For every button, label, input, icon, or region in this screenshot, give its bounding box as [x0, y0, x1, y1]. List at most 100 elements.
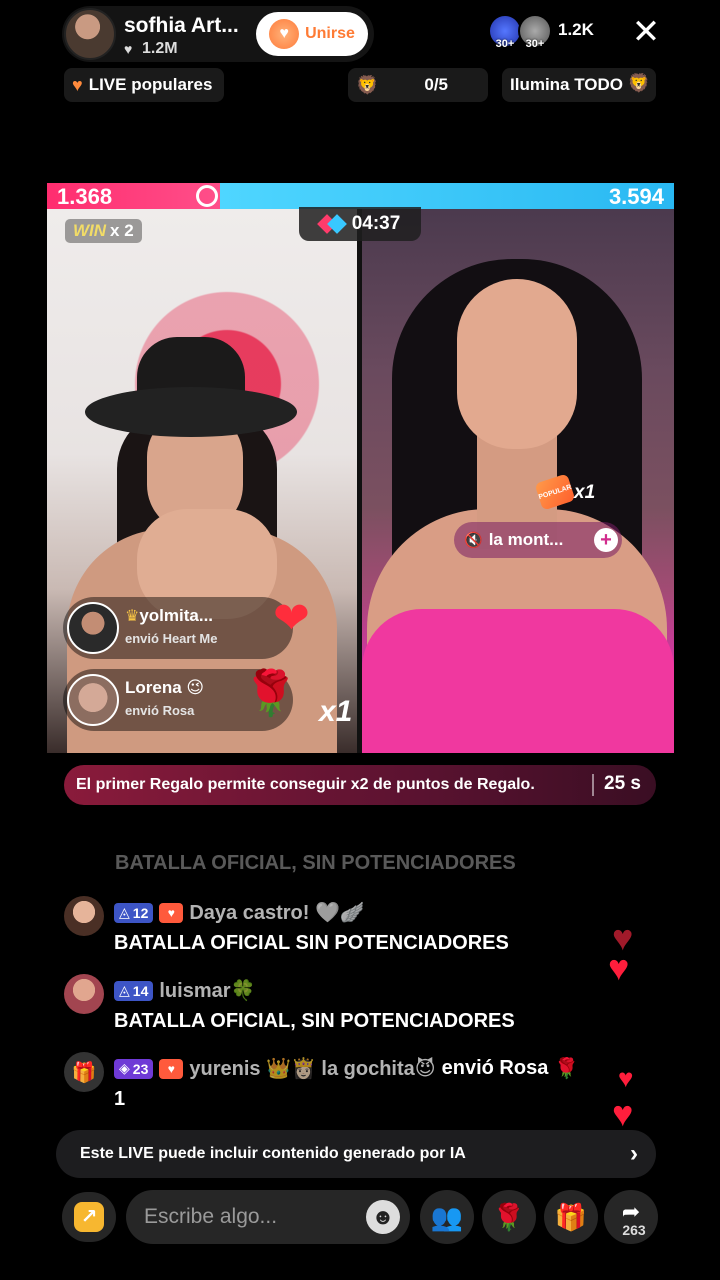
chat-gift-header: ◈ 23 ♥ yurenis 👑👸🏻 la gochita😈 envió Rosa… [114, 1056, 579, 1081]
join-button[interactable]: ♥ Unirse [256, 12, 368, 56]
right-multiplier: x1 [574, 482, 596, 503]
join-label: Unirse [305, 25, 355, 42]
gift-button[interactable]: 🎁 [544, 1190, 598, 1244]
rose-gift-icon: 🌹 [243, 669, 298, 718]
level-icon: ◈ [119, 1060, 130, 1076]
top-viewers[interactable]: 30+ 30+ [488, 14, 554, 50]
level-icon: ◬ [119, 904, 130, 920]
score-marker-icon [196, 185, 218, 207]
live-popular-pill[interactable]: ♥ LIVE populares [64, 68, 225, 102]
chat-avatar[interactable] [64, 896, 104, 936]
heart-icon: ♥ [608, 947, 630, 988]
chat-text: BATALLA OFICIAL SIN POTENCIADORES [114, 932, 509, 954]
live-popular-label: LIVE populares [88, 75, 213, 94]
people-icon: 👥 [430, 1201, 464, 1232]
gift-action: envió Rosa [441, 1057, 549, 1079]
opponent-top [362, 609, 674, 753]
win-badge: WIN x 2 [65, 219, 142, 243]
heart-icon: ♥ [124, 41, 133, 57]
quick-share-button[interactable]: ↗ [62, 1192, 116, 1242]
viewer-badge: 30+ [525, 38, 545, 50]
crown-icon: ♛ [125, 608, 140, 625]
ilumina-label: Ilumina TODO [510, 75, 624, 94]
video-right[interactable] [362, 209, 674, 753]
viewer-count[interactable]: 1.2K [558, 20, 594, 40]
score-bar-left: 1.368 [47, 183, 220, 209]
gift-count: 1 [114, 1088, 126, 1110]
left-multiplier: x1 [319, 695, 353, 728]
follow-plus-button[interactable]: + [594, 528, 618, 552]
cowboy-hat [85, 337, 297, 449]
host-likes-count: 1.2M [142, 40, 178, 57]
win-label: WIN [73, 221, 107, 240]
heart-icon: ♥ [618, 1063, 634, 1093]
rose-button[interactable]: 🌹 [482, 1190, 536, 1244]
share-arrow-icon: ↗ [74, 1202, 104, 1232]
promo-banner[interactable]: El primer Regalo permite conseguir x2 de… [64, 765, 656, 805]
battle-timer: 04:37 [299, 207, 421, 241]
gifter-name: ♛yolmita... [125, 606, 214, 625]
chat-avatar[interactable] [64, 974, 104, 1014]
chat-faded-message: BATALLA OFICIAL, SIN POTENCIADORES [115, 852, 516, 874]
opponent-pill[interactable]: 🔇 la mont... + [454, 522, 622, 558]
promo-text: El primer Regalo permite conseguir x2 de… [76, 776, 535, 793]
chevron-right-icon: › [630, 1140, 638, 1167]
ai-content-notice[interactable]: Este LIVE puede incluir contenido genera… [56, 1130, 656, 1178]
ilumina-pill[interactable]: Ilumina TODO 🦁 [502, 68, 656, 102]
guests-button[interactable]: 👥 [420, 1190, 474, 1244]
level-badge: ◬ 12 [114, 902, 154, 923]
comment-box[interactable]: ☻ [126, 1190, 410, 1244]
host-likes: ♥ 1.2M [124, 40, 178, 58]
heart-gift-icon: ❤ [273, 594, 310, 643]
host-pill[interactable]: sofhia Art... ♥ 1.2M ♥ Unirse [62, 6, 374, 62]
battle-icon [320, 217, 344, 231]
opponent-face [457, 279, 577, 449]
score-right: 3.594 [608, 184, 664, 209]
goal-pill[interactable]: 🦁 0/5 [348, 68, 488, 102]
emoji-button[interactable]: ☻ [366, 1200, 400, 1234]
viewer-badge: 30+ [495, 38, 515, 50]
gifter-avatar[interactable] [67, 602, 119, 654]
rose-icon: 🌹 [492, 1201, 526, 1232]
gift-box-icon: 🎁 [64, 1052, 104, 1092]
battle-area: 1.368 3.594 WIN x 2 04:37 ♛yolmita... en… [47, 183, 674, 753]
opponent-name: la mont... [488, 530, 564, 549]
gifter-avatar[interactable] [67, 674, 119, 726]
gift-desc: envió Rosa [125, 703, 195, 718]
chat-username[interactable]: yurenis 👑👸🏻 la gochita😈 [189, 1056, 435, 1081]
chat-message-header: ◬ 12 ♥ Daya castro! 🤍🪽 [114, 900, 365, 925]
gift-notification[interactable]: ♛yolmita... envió Heart Me [63, 597, 293, 659]
heart-plus-icon: ♥ [269, 19, 300, 49]
rose-icon: 🌹 [554, 1058, 580, 1080]
timer-value: 04:37 [351, 213, 401, 234]
orange-heart-icon: ♥ [72, 74, 83, 95]
lion-icon: 🦁 [356, 74, 379, 95]
promo-countdown: 25 s [604, 773, 641, 794]
level-badge: ◈ 23 [114, 1058, 154, 1079]
chat-username[interactable]: Daya castro! 🤍🪽 [189, 900, 364, 925]
gifter-name: Lorena 😉 [125, 678, 205, 697]
fan-badge-icon: ♥ [159, 902, 184, 923]
comment-input[interactable] [144, 1205, 354, 1229]
host-name: sofhia Art... [124, 14, 239, 37]
ai-notice-text: Este LIVE puede incluir contenido genera… [80, 1145, 466, 1162]
goal-progress: 0/5 [424, 75, 448, 94]
share-count: 263 [622, 1222, 646, 1238]
viewer-avatar[interactable]: 30+ [488, 14, 522, 50]
score-left: 1.368 [57, 184, 113, 209]
battle-score-bar: 1.368 3.594 [47, 183, 674, 209]
gift-icon: 🎁 [554, 1201, 588, 1232]
gift-desc: envió Heart Me [125, 631, 218, 646]
lion-icon: 🦁 [627, 73, 650, 93]
muted-speaker-icon[interactable]: 🔇 [464, 531, 483, 549]
score-bar-right [220, 183, 674, 209]
close-button[interactable]: ✕ [626, 12, 666, 52]
win-multiplier: x 2 [110, 221, 134, 240]
promo-separator [592, 774, 594, 796]
chat-message-header: ◬ 14 luismar🍀 [114, 978, 255, 1003]
level-icon: ◬ [119, 982, 130, 998]
chat-text: BATALLA OFICIAL, SIN POTENCIADORES [114, 1010, 515, 1032]
viewer-avatar[interactable]: 30+ [518, 14, 552, 50]
host-avatar[interactable] [64, 8, 116, 60]
chat-username[interactable]: luismar🍀 [159, 978, 255, 1003]
